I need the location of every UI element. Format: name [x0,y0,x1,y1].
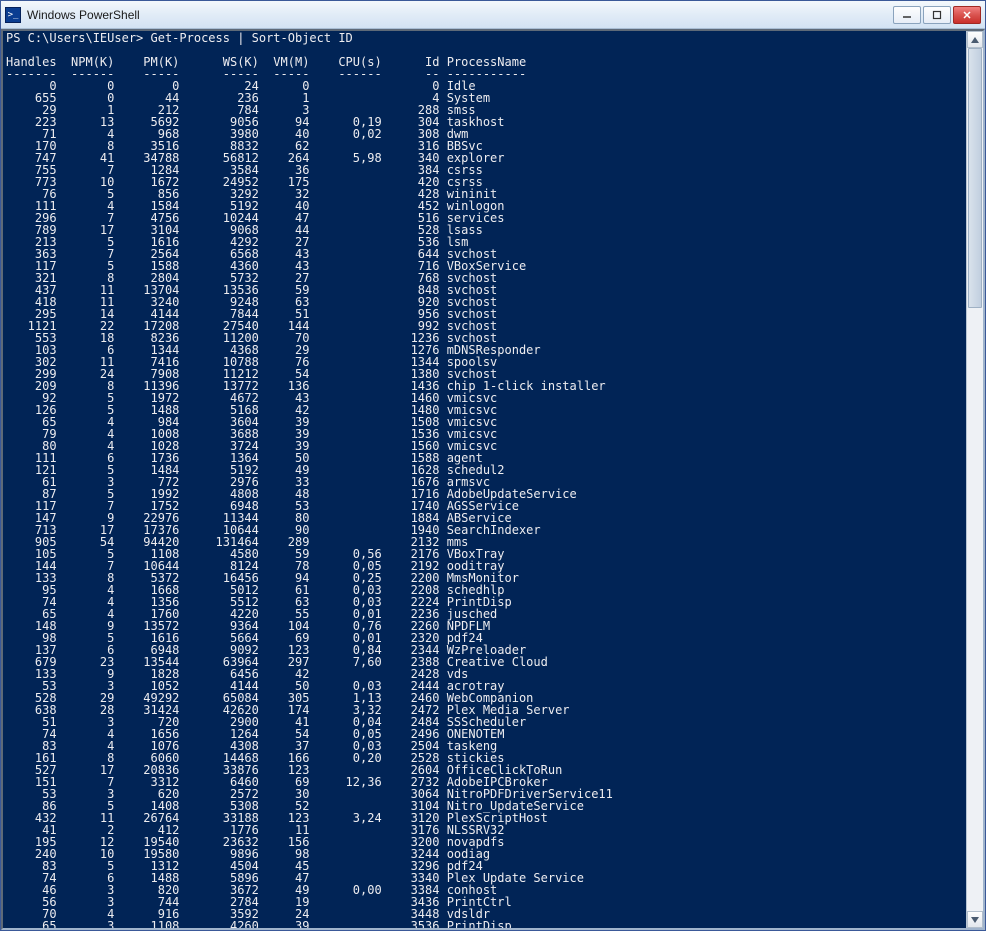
window-controls [893,6,981,24]
scroll-track[interactable] [967,48,983,911]
minimize-button[interactable] [893,6,921,24]
close-button[interactable] [953,6,981,24]
scroll-down-button[interactable] [967,911,983,928]
scroll-thumb[interactable] [968,48,982,308]
titlebar: >_ Windows PowerShell [1,1,985,29]
maximize-icon [932,10,942,20]
chevron-up-icon [971,37,979,43]
scroll-up-button[interactable] [967,31,983,48]
window-title: Windows PowerShell [27,8,893,22]
chevron-down-icon [971,917,979,923]
close-icon [962,10,972,20]
maximize-button[interactable] [923,6,951,24]
vertical-scrollbar [966,31,983,928]
minimize-icon [902,10,912,20]
console-area: PS C:\Users\IEUser> Get-Process | Sort-O… [1,29,985,930]
powershell-window: >_ Windows PowerShell PS C:\Users\IEUser… [0,0,986,931]
powershell-icon: >_ [5,7,21,23]
console-output[interactable]: PS C:\Users\IEUser> Get-Process | Sort-O… [3,31,966,928]
